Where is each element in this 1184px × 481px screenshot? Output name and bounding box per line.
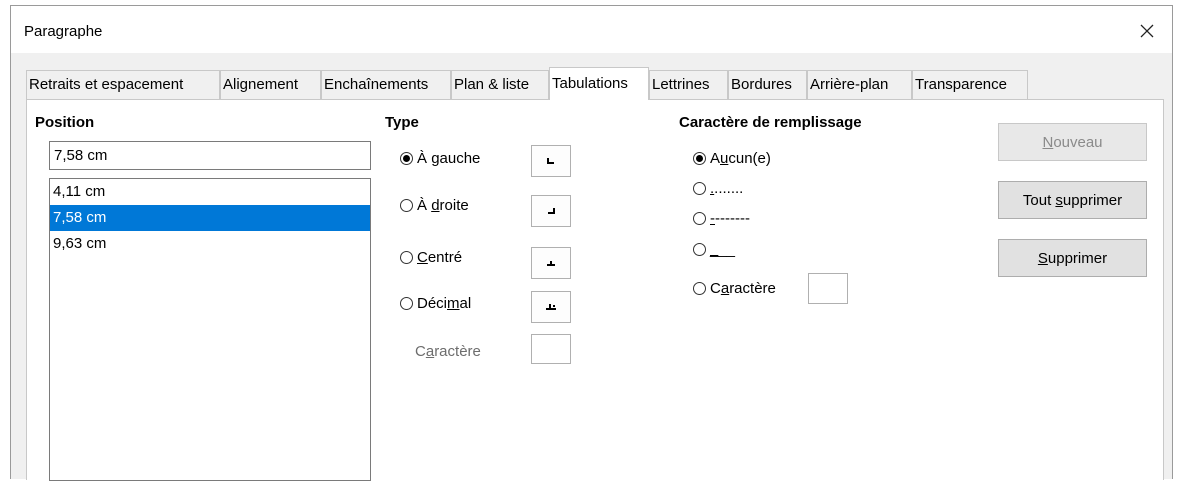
radio-icon xyxy=(400,199,413,212)
fill-char-radio[interactable]: Caractère xyxy=(693,280,776,297)
radio-icon xyxy=(693,212,706,225)
radio-icon xyxy=(693,243,706,256)
fill-none-label: Aucun(e) xyxy=(710,150,771,167)
delete-all-button[interactable]: Tout supprimer xyxy=(998,181,1147,219)
tab-retraits-espacement[interactable]: Retraits et espacement xyxy=(26,70,220,99)
radio-checked-icon xyxy=(693,152,706,165)
close-button[interactable] xyxy=(1132,16,1162,46)
window-title: Paragraphe xyxy=(24,23,103,40)
fill-char-input[interactable] xyxy=(808,273,848,304)
type-right-label: À droite xyxy=(417,197,469,214)
tab-tabulations[interactable]: Tabulations xyxy=(549,67,649,100)
radio-icon xyxy=(693,282,706,295)
tab-left-icon xyxy=(547,158,554,164)
tab-label: Plan & liste xyxy=(454,76,530,93)
tab-right-icon xyxy=(548,208,555,214)
tab-label: Alignement xyxy=(223,76,299,93)
radio-icon xyxy=(693,182,706,195)
type-center-radio[interactable]: Centré xyxy=(400,249,462,266)
tab-left-icon-button xyxy=(531,145,571,177)
new-button-label: Nouveau xyxy=(1042,133,1103,151)
type-decimal-radio[interactable]: Décimal xyxy=(400,295,471,312)
tab-label: Enchaînements xyxy=(324,76,429,93)
position-list[interactable]: 4,11 cm 7,58 cm 9,63 cm xyxy=(49,178,371,481)
fill-dashes-label: -------- xyxy=(710,210,750,227)
delete-all-button-label: Tout supprimer xyxy=(1022,191,1123,209)
tab-bordures[interactable]: Bordures xyxy=(728,70,807,99)
decimal-char-label: Caractère xyxy=(415,343,481,360)
tab-alignement[interactable]: Alignement xyxy=(220,70,321,99)
paragraph-dialog: Paragraphe Retraits et espacement Aligne… xyxy=(10,5,1173,481)
decimal-char-input[interactable] xyxy=(531,334,571,364)
radio-checked-icon xyxy=(400,152,413,165)
list-item-selected[interactable]: 7,58 cm xyxy=(50,205,370,231)
tab-label: Lettrines xyxy=(652,76,710,93)
radio-icon xyxy=(400,251,413,264)
fill-dashes-radio[interactable]: -------- xyxy=(693,210,750,227)
tab-label: Bordures xyxy=(731,76,792,93)
tab-right-icon-button xyxy=(531,195,571,227)
new-button[interactable]: Nouveau xyxy=(998,123,1147,161)
tab-label: Transparence xyxy=(915,76,1007,93)
list-item[interactable]: 4,11 cm xyxy=(50,179,370,205)
list-item[interactable]: 9,63 cm xyxy=(50,231,370,257)
type-left-label: À gauche xyxy=(417,150,481,167)
tab-label: Tabulations xyxy=(552,75,628,92)
type-heading: Type xyxy=(385,114,419,131)
tab-decimal-icon xyxy=(546,304,556,310)
tab-plan-liste[interactable]: Plan & liste xyxy=(451,70,549,99)
tab-transparence[interactable]: Transparence xyxy=(912,70,1028,99)
position-heading: Position xyxy=(35,114,95,131)
fill-dots-label: ........ xyxy=(710,180,744,197)
tab-arriere-plan[interactable]: Arrière-plan xyxy=(807,70,912,99)
fill-underscore-label: ___ xyxy=(710,241,736,258)
close-icon xyxy=(1140,24,1154,38)
fill-dots-radio[interactable]: ........ xyxy=(693,180,743,197)
delete-button-label: Supprimer xyxy=(1037,249,1108,267)
title-bar: Paragraphe xyxy=(11,6,1172,53)
fill-none-radio[interactable]: Aucun(e) xyxy=(693,150,771,167)
type-left-radio[interactable]: À gauche xyxy=(400,150,480,167)
type-right-radio[interactable]: À droite xyxy=(400,197,469,214)
fill-underscore-radio[interactable]: ___ xyxy=(693,241,735,258)
delete-button[interactable]: Supprimer xyxy=(998,239,1147,277)
tab-label: Arrière-plan xyxy=(810,76,889,93)
fill-heading: Caractère de remplissage xyxy=(679,114,862,131)
type-center-label: Centré xyxy=(417,249,463,266)
tab-label: Retraits et espacement xyxy=(29,76,184,93)
radio-icon xyxy=(400,297,413,310)
fill-char-label: Caractère xyxy=(710,280,776,297)
tabulations-panel: Position 7,58 cm 4,11 cm 7,58 cm 9,63 cm… xyxy=(26,99,1164,481)
tab-lettrines[interactable]: Lettrines xyxy=(649,70,728,99)
tab-center-icon-button xyxy=(531,247,571,279)
type-decimal-label: Décimal xyxy=(417,295,472,312)
tab-decimal-icon-button xyxy=(531,291,571,323)
tab-enchainements[interactable]: Enchaînements xyxy=(321,70,451,99)
tab-center-icon xyxy=(547,261,555,266)
position-input[interactable]: 7,58 cm xyxy=(49,141,371,170)
